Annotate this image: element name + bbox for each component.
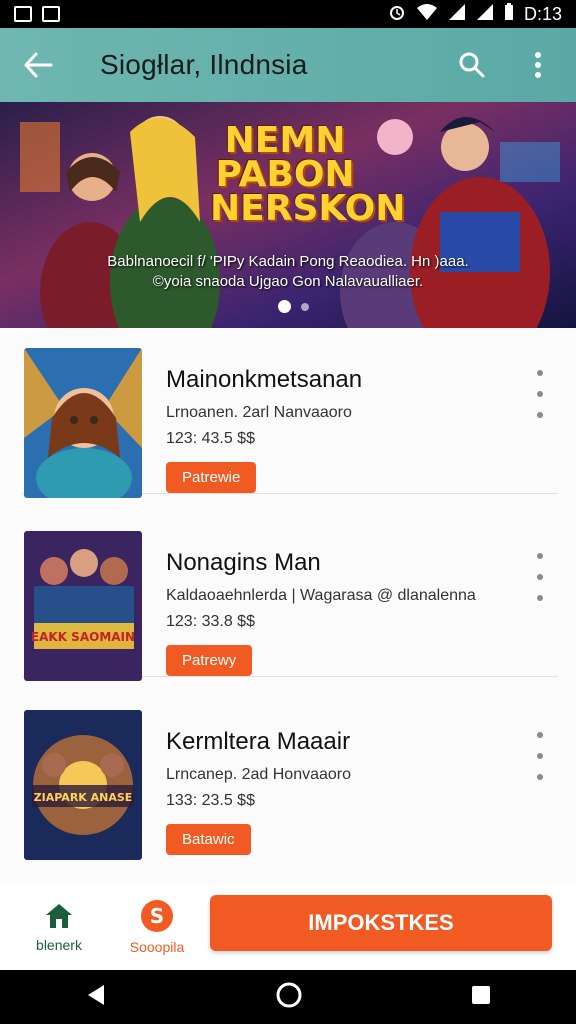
item-action-button[interactable]: Patrewy <box>166 645 253 676</box>
item-subtitle: Kaldaoaehnlerda | Wagarasa @ dlanalenna <box>166 587 476 604</box>
carousel-dot-active[interactable] <box>278 300 291 313</box>
app-bar: Siogłlar, Ilndnsia <box>0 28 576 102</box>
banner-title-line: NEMN <box>224 120 346 161</box>
item-name[interactable]: Mainonkmetsanan <box>166 366 526 394</box>
notification-icon <box>14 6 32 22</box>
nav-home-label: blenerk <box>36 937 82 953</box>
primary-action-button[interactable]: IMPOKSTKES <box>210 895 552 951</box>
thumb-text: EAKK SAOMAIN <box>31 630 135 644</box>
search-button[interactable] <box>452 45 492 85</box>
svg-text:S: S <box>150 904 164 928</box>
item-meta: Mainonkmetsanan Lrnoanen. 2arl Nanvaaoro… <box>166 366 526 493</box>
status-left <box>14 6 60 22</box>
status-time: D:13 <box>523 3 562 24</box>
system-recents-button[interactable] <box>470 984 492 1011</box>
item-more-button[interactable] <box>528 370 552 418</box>
item-name[interactable]: Nonagins Man <box>166 549 526 577</box>
carousel-dot[interactable] <box>301 302 309 311</box>
thumb-text: ZIAPARK ANASE <box>34 791 133 804</box>
banner-caption-line1: Bablnanoecil f/ 'PIPy Kadain Pong Reaodi… <box>107 253 469 270</box>
page-title: Siogłlar, Ilndnsia <box>100 49 308 80</box>
signal-icon <box>448 3 466 26</box>
banner-caption-line2: ©yoia snaoda Ujgao Gon Nalavaualliaer. <box>152 273 424 290</box>
game-list: Mainonkmetsanan Lrnoanen. 2arl Nanvaaoro… <box>0 328 576 884</box>
banner-title-line: PABON <box>215 154 355 195</box>
game-thumbnail[interactable]: EAKK SAOMAIN <box>24 531 142 681</box>
more-vert-icon <box>535 52 541 78</box>
game-artwork <box>24 348 142 498</box>
banner-caption: Bablnanoecil f/ 'PIPy Kadain Pong Reaodi… <box>0 252 576 292</box>
list-item[interactable]: ZIAPARK ANASE Kermltera Maaair Lrncanep.… <box>22 690 558 860</box>
system-home-button[interactable] <box>275 981 303 1014</box>
image-icon <box>42 6 60 22</box>
list-item[interactable]: Mainonkmetsanan Lrnoanen. 2arl Nanvaaoro… <box>22 328 558 498</box>
game-thumbnail[interactable]: ZIAPARK ANASE <box>24 710 142 860</box>
system-back-button[interactable] <box>84 983 108 1012</box>
item-meta: Nonagins Man Kaldaoaehnlerda | Wagarasa … <box>166 549 526 676</box>
item-price: 123: 33.8 $$ <box>166 613 255 630</box>
battery-icon <box>504 2 514 26</box>
item-meta: Kermltera Maaair Lrncanep. 2ad Honvaaoro… <box>166 728 526 855</box>
nav-shop[interactable]: S Sooopila <box>122 899 192 955</box>
nav-shop-label: Sooopila <box>129 939 185 955</box>
game-artwork: EAKK SAOMAIN <box>24 531 142 681</box>
status-bar: D:13 <box>0 0 576 28</box>
item-more-button[interactable] <box>528 732 552 780</box>
signal-icon-2 <box>476 3 494 26</box>
circle-home-icon <box>276 982 302 1007</box>
more-vert-icon-dot <box>537 574 543 580</box>
home-icon <box>46 904 72 928</box>
promo-banner[interactable]: NEMN PABON NERSKON Bablnanoecil f/ 'PIPy… <box>0 102 576 328</box>
item-price: 133: 23.5 $$ <box>166 792 255 809</box>
item-subtitle: Lrnoanen. 2arl Nanvaaoro <box>166 404 352 421</box>
more-vert-icon-dot <box>537 774 543 780</box>
carousel-indicator <box>278 300 309 313</box>
game-thumbnail[interactable] <box>24 348 142 498</box>
nav-home[interactable]: blenerk <box>24 901 94 953</box>
triangle-back-icon <box>87 984 104 1005</box>
alarm-icon <box>388 3 406 26</box>
more-vert-icon-dot <box>537 391 543 397</box>
more-vert-icon-dot <box>537 412 543 418</box>
more-vert-icon-dot <box>537 753 543 759</box>
item-price: 123: 43.5 $$ <box>166 430 255 447</box>
square-recents-icon <box>472 985 491 1004</box>
item-action-button[interactable]: Batawic <box>166 824 251 855</box>
system-navigation-bar <box>0 970 576 1024</box>
item-more-button[interactable] <box>528 553 552 601</box>
shop-logo-icon: S <box>141 900 173 932</box>
search-icon <box>459 52 485 78</box>
wifi-icon <box>416 3 438 26</box>
app-actions <box>452 45 558 85</box>
item-name[interactable]: Kermltera Maaair <box>166 728 526 756</box>
more-vert-icon-dot <box>537 595 543 601</box>
overflow-menu-button[interactable] <box>518 45 558 85</box>
item-action-button[interactable]: Patrewie <box>166 462 257 493</box>
arrow-left-icon <box>24 52 53 78</box>
status-right: D:13 <box>388 2 562 26</box>
item-subtitle: Lrncanep. 2ad Honvaaoro <box>166 766 352 783</box>
banner-title-line: NERSKON <box>210 188 406 229</box>
banner-title: NEMN PABON NERSKON <box>210 120 406 229</box>
list-item[interactable]: EAKK SAOMAIN Nonagins Man Kaldaoaehnlerd… <box>22 511 558 681</box>
back-button[interactable] <box>18 45 58 85</box>
more-vert-icon-dot <box>537 370 543 376</box>
game-artwork: ZIAPARK ANASE <box>24 710 142 860</box>
more-vert-icon-dot <box>537 732 543 738</box>
more-vert-icon-dot <box>537 553 543 559</box>
